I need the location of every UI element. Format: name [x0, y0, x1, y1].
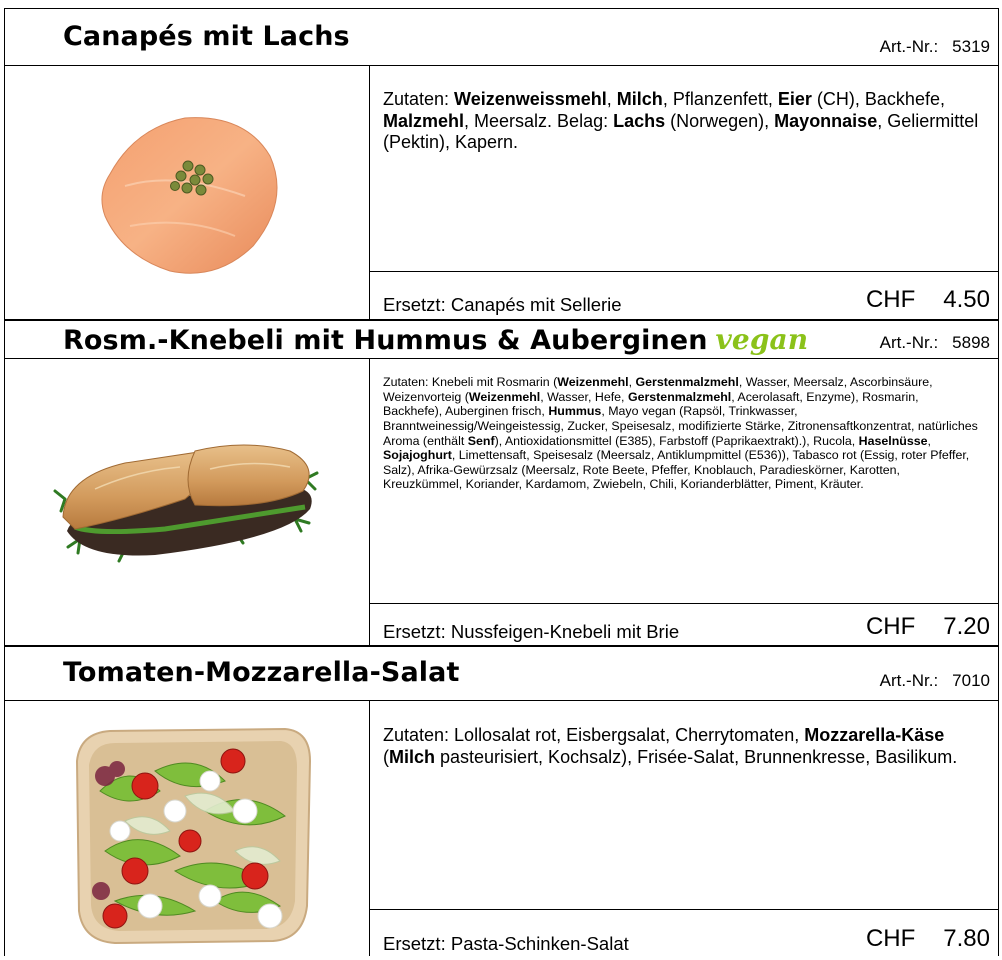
allergen-text: Senf: [467, 433, 495, 448]
product-header: Canapés mit Lachs Art.-Nr.: 5319: [5, 9, 998, 66]
price-value: 7.20: [943, 613, 990, 640]
allergen-text: Mozzarella-Käse: [804, 725, 945, 745]
price-value: 7.80: [943, 925, 990, 952]
allergen-text: Eier: [777, 89, 812, 109]
product-title-text: Rosm.-Knebeli mit Hummus & Auberginen: [63, 325, 708, 356]
allergen-text: Weizenmehl: [468, 389, 541, 404]
allergen-text: Weizenmehl: [557, 375, 629, 389]
currency-label: CHF: [865, 613, 916, 640]
vegan-label: vegan: [715, 323, 809, 356]
ingredient-text: , Meersalz. Belag:: [464, 110, 614, 131]
price: CHF 7.20: [866, 613, 990, 641]
ingredient-text: ,: [927, 433, 931, 448]
article-number: Art.-Nr.: 5898: [880, 333, 990, 353]
allergen-text: Gerstenmalzmehl: [635, 375, 739, 389]
replaces-text: Ersetzt: Pasta-Schinken-Salat: [383, 933, 629, 954]
price: CHF 7.80: [866, 925, 990, 953]
artnr-value: 7010: [952, 671, 990, 690]
artnr-value: 5898: [952, 333, 990, 352]
product-image-cell: [5, 701, 370, 956]
artnr-label: Art.-Nr.:: [879, 671, 939, 690]
ingredient-text: Zutaten:: [383, 89, 455, 109]
ingredient-text: , Wasser, Hefe,: [540, 389, 628, 404]
product-card-canapes: Canapés mit Lachs Art.-Nr.: 5319 Zutaten…: [5, 9, 998, 320]
product-header: Tomaten-Mozzarella-Salat Art.-Nr.: 7010: [5, 647, 998, 701]
ingredient-text: pasteurisiert, Kochsalz), Frisée-Salat, …: [435, 746, 958, 767]
ingredients-text: Zutaten: Knebeli mit Rosmarin (Weizenmeh…: [383, 375, 980, 492]
ingredient-text: ), Antioxidationsmittel (E385), Farbstof…: [494, 433, 859, 448]
allergen-text: Hummus: [548, 404, 602, 419]
ingredients-text: Zutaten: Lollosalat rot, Eisbergsalat, C…: [383, 725, 980, 768]
product-image-cell: [5, 359, 370, 646]
currency-label: CHF: [865, 925, 916, 952]
product-card-salad: Tomaten-Mozzarella-Salat Art.-Nr.: 7010: [5, 647, 998, 956]
artnr-label: Art.-Nr.:: [879, 37, 939, 56]
product-title: Rosm.-Knebeli mit Hummus & Auberginen veg…: [63, 323, 808, 356]
ingredient-text: (Norwegen),: [665, 110, 775, 131]
product-title: Tomaten-Mozzarella-Salat: [63, 657, 460, 688]
tomato-mozzarella-salad-image: [75, 727, 312, 945]
salmon-canape-image: [101, 117, 278, 274]
price-value: 4.50: [943, 286, 990, 313]
product-title: Canapés mit Lachs: [63, 21, 350, 52]
product-header: Rosm.-Knebeli mit Hummus & Auberginen veg…: [5, 321, 998, 359]
allergen-text: Milch: [616, 89, 663, 109]
ingredient-text: Zutaten: Lollosalat rot, Eisbergsalat, C…: [383, 725, 805, 745]
ingredient-text: ,: [606, 89, 617, 109]
allergen-text: Mayonnaise: [774, 110, 878, 131]
allergen-text: Sojajoghurt: [383, 448, 452, 463]
product-sheet: Canapés mit Lachs Art.-Nr.: 5319 Zutaten…: [4, 8, 999, 956]
artnr-label: Art.-Nr.:: [879, 333, 939, 352]
ingredient-text: , Pflanzenfett,: [662, 89, 778, 109]
product-image-cell: [5, 66, 370, 320]
ingredient-text: , Limettensaft, Speisesalz (Meersalz, An…: [383, 448, 970, 492]
allergen-text: Weizenweissmehl: [454, 89, 607, 109]
knebeli-sandwich-image: [53, 444, 319, 563]
allergen-text: Malzmehl: [383, 110, 465, 131]
article-number: Art.-Nr.: 7010: [880, 671, 990, 691]
allergen-text: Lachs: [613, 110, 666, 131]
ingredient-text: ,: [628, 375, 636, 389]
ingredient-text: Zutaten: Knebeli mit Rosmarin (: [383, 375, 558, 389]
price: CHF 4.50: [866, 286, 990, 314]
product-footer: Ersetzt: Canapés mit Sellerie CHF 4.50: [370, 271, 998, 321]
currency-label: CHF: [865, 286, 916, 313]
ingredients-text: Zutaten: Weizenweissmehl, Milch, Pflanze…: [383, 89, 980, 154]
replaces-text: Ersetzt: Canapés mit Sellerie: [383, 294, 622, 315]
product-footer: Ersetzt: Pasta-Schinken-Salat CHF 7.80: [370, 909, 998, 957]
allergen-text: Gerstenmalzmehl: [627, 389, 732, 404]
product-card-knebeli: Rosm.-Knebeli mit Hummus & Auberginen veg…: [5, 321, 998, 646]
allergen-text: Haselnüsse: [858, 433, 928, 448]
ingredient-text: (CH), Backhefe,: [811, 89, 945, 109]
product-footer: Ersetzt: Nussfeigen-Knebeli mit Brie CHF…: [370, 603, 998, 647]
replaces-text: Ersetzt: Nussfeigen-Knebeli mit Brie: [383, 621, 680, 642]
artnr-value: 5319: [952, 37, 990, 56]
article-number: Art.-Nr.: 5319: [880, 37, 990, 57]
allergen-text: Milch: [389, 746, 436, 767]
